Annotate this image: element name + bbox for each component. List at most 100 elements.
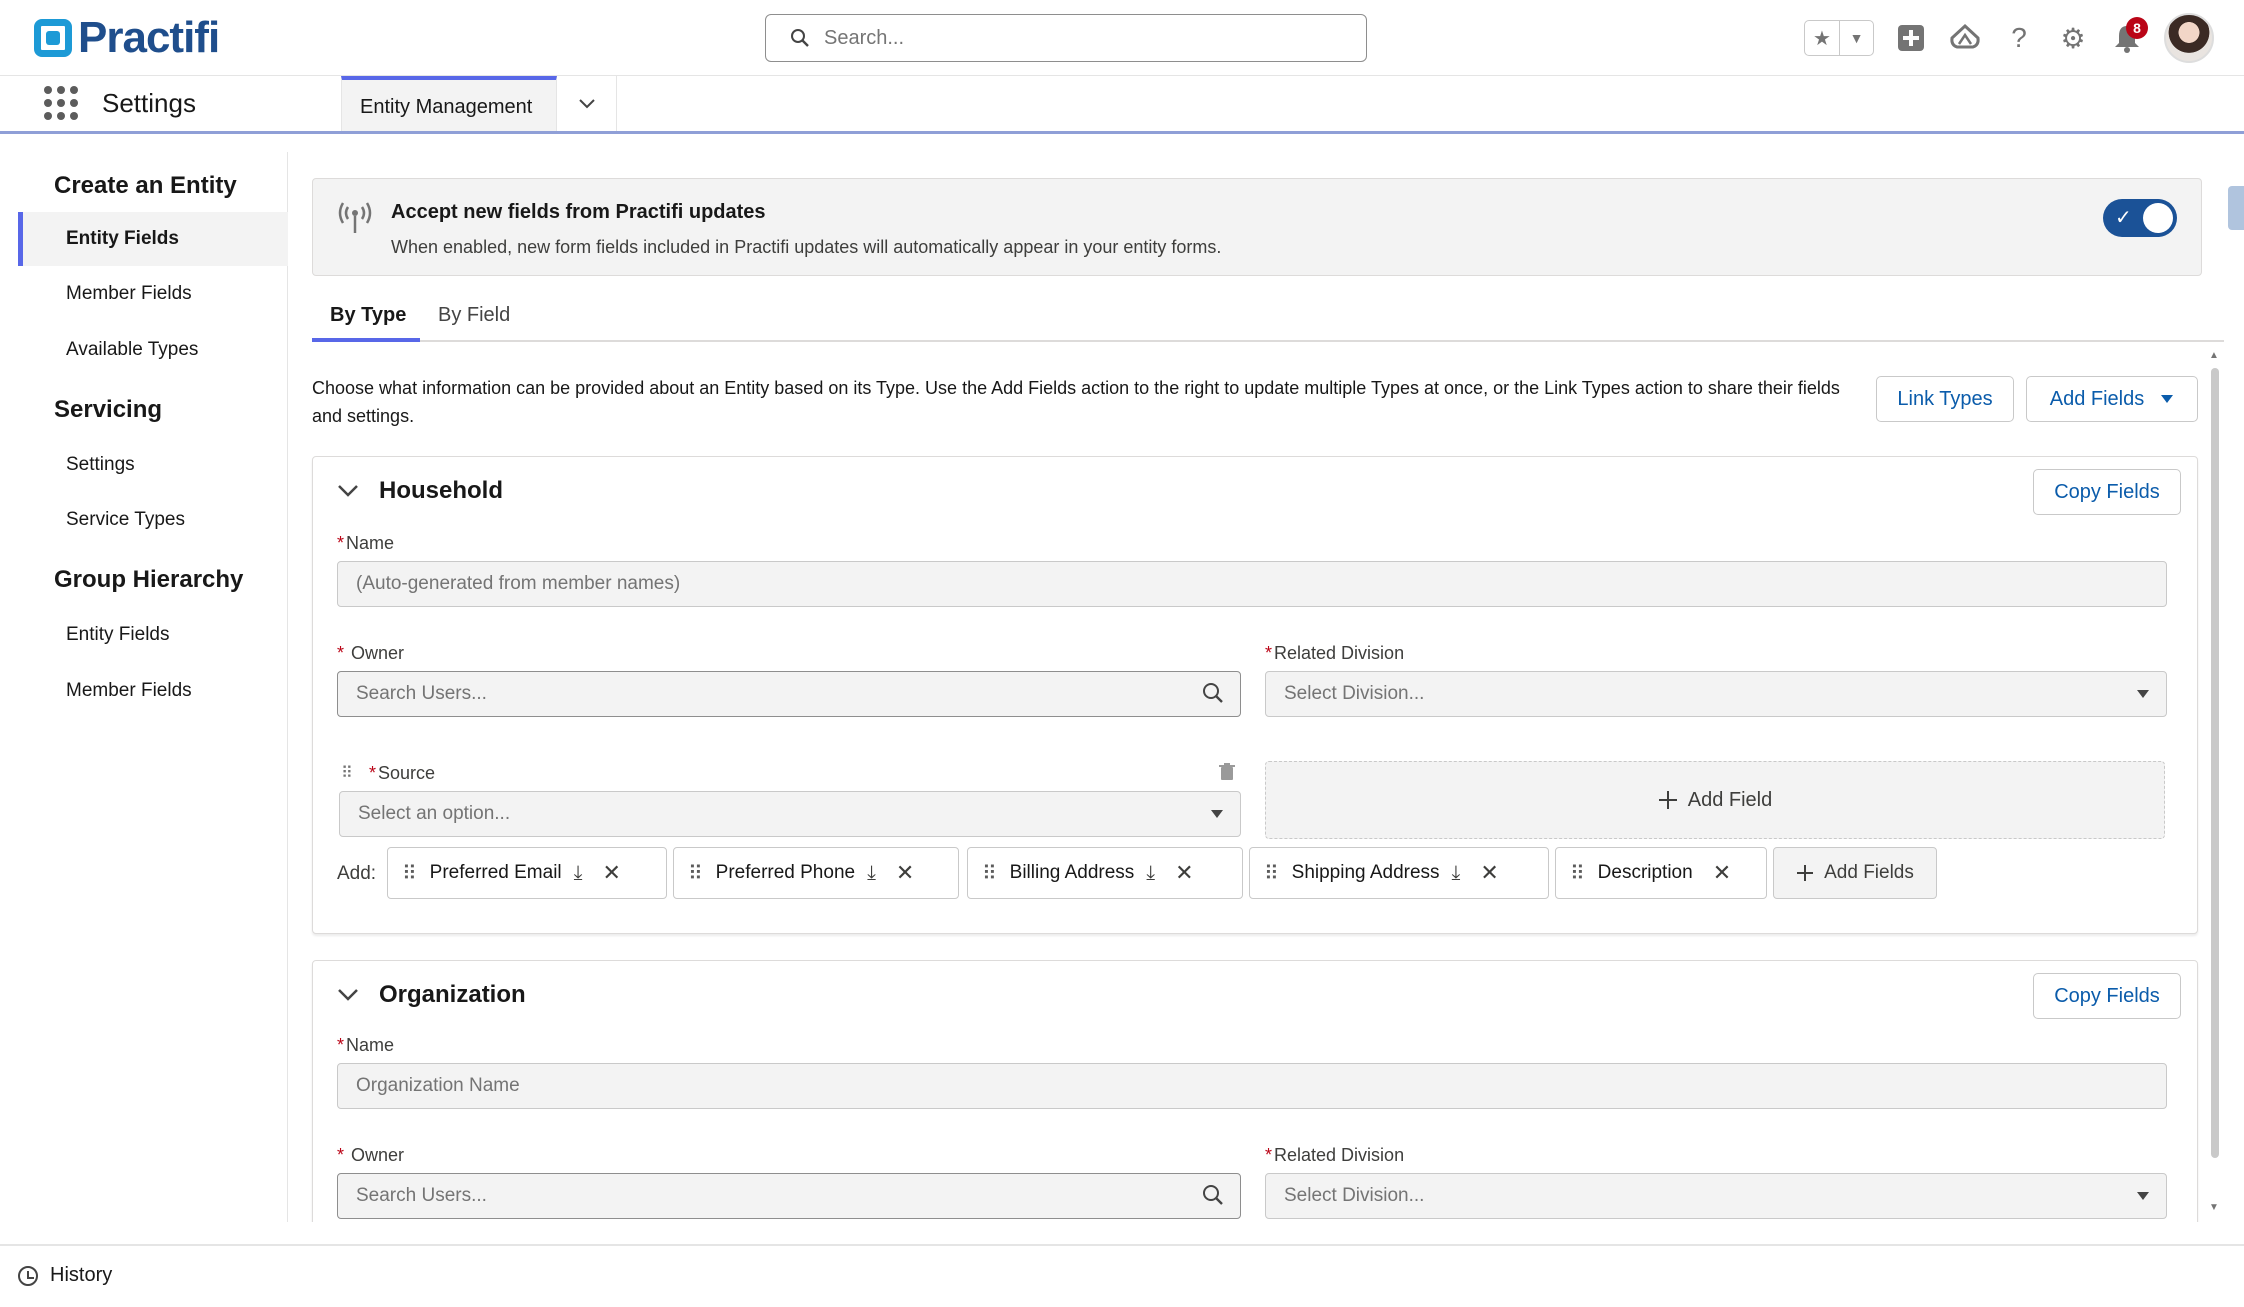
drag-handle-icon: ⠿ — [688, 862, 703, 885]
tab-entity-management[interactable]: Entity Management — [341, 76, 557, 131]
scroll-down-arrow-icon: ▼ — [2209, 1202, 2219, 1213]
settings-sidebar: Create an Entity Entity Fields Member Fi… — [18, 152, 288, 1222]
sidebar-item-member-fields[interactable]: Member Fields — [18, 267, 288, 321]
add-row-label: Add: — [337, 863, 377, 884]
chevron-down-icon[interactable]: ▼ — [1839, 21, 1873, 55]
caret-down-icon — [2136, 1184, 2150, 1207]
owner-label: * Owner — [337, 1145, 405, 1165]
help-icon[interactable]: ? — [2002, 21, 2036, 55]
close-icon: ✕ — [1175, 860, 1194, 885]
history-button[interactable]: History — [18, 1264, 112, 1287]
notifications-bell-icon[interactable]: 8 — [2110, 17, 2148, 55]
app-launcher-icon[interactable] — [44, 86, 78, 120]
search-input[interactable] — [824, 26, 1344, 50]
name-label: * Name — [337, 533, 395, 553]
sidebar-item-entity-fields[interactable]: Entity Fields — [18, 212, 288, 266]
close-icon: ✕ — [1480, 860, 1499, 885]
pill-billing-address[interactable]: ⠿ Billing Address ⤓ ✕ — [967, 847, 1243, 899]
clock-icon — [18, 1265, 38, 1286]
add-fields-label: Add Fields — [2049, 387, 2145, 410]
notifications-badge: 8 — [2126, 17, 2148, 39]
gear-icon[interactable]: ⚙ — [2056, 21, 2090, 55]
related-division-select[interactable]: Select Division... — [1265, 1173, 2167, 1219]
add-fields-pill-button[interactable]: Add Fields — [1773, 847, 1937, 899]
sidebar-item-group-entity-fields[interactable]: Entity Fields — [18, 608, 288, 662]
favorites-group[interactable]: ★ ▼ — [1804, 20, 1874, 56]
copy-fields-button[interactable]: Copy Fields — [2033, 469, 2181, 515]
name-label: * Name — [337, 1035, 395, 1055]
copy-fields-button[interactable]: Copy Fields — [2033, 973, 2181, 1019]
caret-down-icon — [1210, 802, 1224, 825]
view-tabs: By Type By Field — [312, 292, 2224, 342]
download-icon: ⤓ — [573, 861, 583, 884]
checkmark-icon: ✓ — [2115, 207, 2132, 229]
caret-down-icon — [2136, 682, 2150, 705]
main-scrollbar[interactable]: ▲ ▼ — [2208, 350, 2222, 1216]
owner-search-field[interactable]: Search Users... — [337, 671, 1241, 717]
drag-handle-icon: ⠿ — [1264, 862, 1279, 885]
banner-title: Accept new fields from Practifi updates — [391, 201, 766, 223]
section-title-create-entity: Create an Entity — [54, 172, 237, 199]
scrollbar-thumb[interactable] — [2211, 368, 2219, 1158]
source-select[interactable]: Select an option... — [339, 791, 1241, 837]
drag-handle-icon[interactable]: ⠿ — [341, 763, 353, 783]
app-nav-bar: Settings Entity Management — [0, 76, 2244, 134]
broadcast-icon — [337, 199, 373, 243]
utility-bar: History — [0, 1244, 2244, 1307]
household-title: Household — [379, 477, 503, 504]
search-icon — [1202, 1184, 1224, 1212]
practifi-logo-icon — [34, 19, 72, 57]
pill-preferred-email[interactable]: ⠿ Preferred Email ⤓ ✕ — [387, 847, 667, 899]
related-division-label: * Related Division — [1265, 643, 1405, 663]
banner-description: When enabled, new form fields included i… — [391, 237, 1222, 257]
source-label: * Source — [369, 763, 436, 783]
delete-trash-icon[interactable] — [1219, 763, 1235, 786]
drag-handle-icon: ⠿ — [402, 862, 417, 885]
global-actions-icon[interactable] — [1894, 21, 1928, 55]
caret-down-icon — [2161, 395, 2174, 403]
pill-shipping-address[interactable]: ⠿ Shipping Address ⤓ ✕ — [1249, 847, 1549, 899]
close-icon: ✕ — [895, 860, 915, 885]
close-icon: ✕ — [1712, 860, 1732, 885]
global-search[interactable] — [765, 14, 1367, 62]
organization-name-field: Organization Name — [337, 1063, 2167, 1109]
download-icon: ⤓ — [867, 861, 876, 884]
plus-icon — [1658, 791, 1677, 809]
accept-updates-toggle[interactable]: ✓ — [2103, 199, 2177, 237]
updates-banner: Accept new fields from Practifi updates … — [312, 178, 2202, 276]
collapse-chevron-icon[interactable] — [337, 981, 359, 1009]
tab-by-field[interactable]: By Field — [438, 292, 510, 342]
tab-by-type[interactable]: By Type — [312, 292, 420, 342]
practifi-logo[interactable]: Practifi — [34, 13, 220, 62]
trailhead-icon[interactable] — [1948, 21, 1982, 55]
sidebar-item-service-types[interactable]: Service Types — [18, 493, 288, 547]
download-icon: ⤓ — [1146, 861, 1156, 884]
user-avatar[interactable] — [2164, 13, 2214, 63]
owner-search-field[interactable]: Search Users... — [337, 1173, 1241, 1219]
sidebar-item-available-types[interactable]: Available Types — [18, 323, 288, 377]
pill-preferred-phone[interactable]: ⠿ Preferred Phone ⤓ ✕ — [673, 847, 959, 899]
intro-text: Choose what information can be provided … — [312, 378, 1840, 426]
section-title-group-hierarchy: Group Hierarchy — [54, 566, 244, 593]
add-field-button[interactable]: Add Field — [1265, 761, 2165, 839]
collapse-chevron-icon[interactable] — [337, 477, 359, 505]
main-content: Accept new fields from Practifi updates … — [288, 152, 2226, 1222]
related-division-select[interactable]: Select Division... — [1265, 671, 2167, 717]
tab-menu-chevron-down-icon[interactable] — [557, 76, 617, 131]
add-fields-button[interactable]: Add Fields — [2026, 376, 2198, 422]
pill-description[interactable]: ⠿ Description ✕ — [1555, 847, 1767, 899]
scroll-up-arrow-icon: ▲ — [2209, 350, 2219, 361]
global-header: Practifi ★ ▼ ? ⚙ 8 — [0, 0, 2244, 76]
plus-icon — [1797, 865, 1814, 881]
related-division-label: * Related Division — [1265, 1145, 1405, 1165]
star-icon[interactable]: ★ — [1805, 21, 1839, 55]
side-panel-handle[interactable] — [2228, 186, 2244, 230]
search-icon — [1202, 682, 1224, 710]
sidebar-item-group-member-fields[interactable]: Member Fields — [18, 664, 288, 718]
owner-label: * Owner — [337, 643, 405, 663]
sidebar-item-servicing-settings[interactable]: Settings — [18, 438, 288, 492]
drag-handle-icon: ⠿ — [982, 862, 997, 885]
link-types-button[interactable]: Link Types — [1876, 376, 2014, 422]
search-icon — [791, 29, 809, 47]
household-card: Household Copy Fields * Name (Auto-genera… — [312, 456, 2198, 934]
